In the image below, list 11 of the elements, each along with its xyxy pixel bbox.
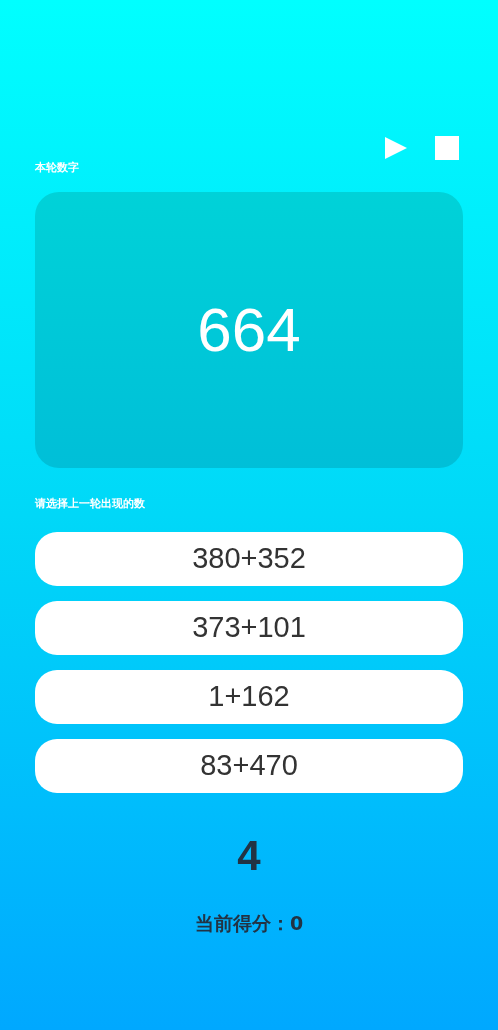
section-label: 本轮数字 bbox=[35, 160, 79, 176]
current-number: 664 bbox=[197, 299, 301, 361]
answer-option[interactable]: 373+101 bbox=[35, 601, 463, 655]
play-icon[interactable] bbox=[384, 136, 408, 160]
countdown-number: 4 bbox=[237, 835, 261, 877]
score-text: 当前得分：0 bbox=[194, 911, 304, 936]
answer-option[interactable]: 83+470 bbox=[35, 739, 463, 793]
prompt-label: 请选择上一轮出现的数 bbox=[35, 496, 145, 512]
answer-option[interactable]: 380+352 bbox=[35, 532, 463, 586]
stop-icon[interactable] bbox=[435, 136, 459, 160]
answer-option[interactable]: 1+162 bbox=[35, 670, 463, 724]
